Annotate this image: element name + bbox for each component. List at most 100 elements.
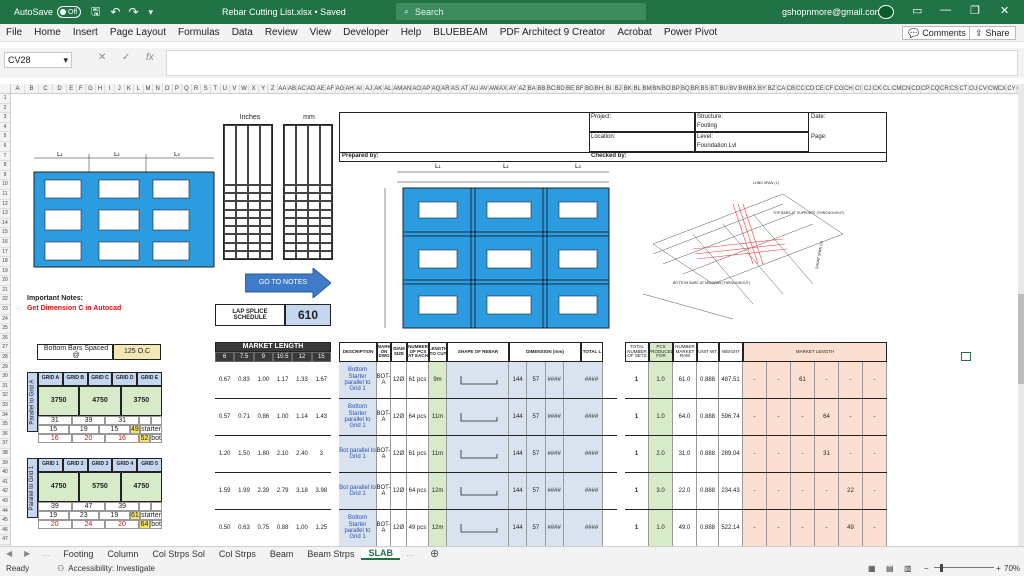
row-header[interactable]: 28	[0, 353, 10, 363]
tab-scroll-left-icon[interactable]: ◀	[0, 549, 18, 558]
menu-item-formulas[interactable]: Formulas	[172, 27, 226, 38]
column-header[interactable]: AA	[278, 84, 288, 93]
cancel-icon[interactable]: ✕	[98, 52, 106, 63]
column-header[interactable]: Z	[268, 84, 279, 93]
column-header[interactable]: BF	[575, 84, 586, 93]
column-header[interactable]: AQ	[432, 84, 442, 93]
column-header[interactable]: B	[25, 84, 39, 93]
row-header[interactable]: 38	[0, 449, 10, 459]
tab-beam[interactable]: Beam	[263, 549, 301, 559]
row-header[interactable]: 20	[0, 276, 10, 286]
tab-more-icon[interactable]: …	[36, 549, 56, 558]
row-header[interactable]: 45	[0, 516, 10, 526]
row-header[interactable]: 2	[0, 104, 10, 114]
column-header[interactable]: CX	[998, 84, 1008, 93]
column-header[interactable]: AZ	[518, 84, 528, 93]
page-break-view-icon[interactable]: ▥	[904, 564, 912, 573]
row-header[interactable]: 43	[0, 497, 10, 507]
column-header[interactable]: BL	[633, 84, 643, 93]
column-header[interactable]: G	[86, 84, 96, 93]
row-header[interactable]: 17	[0, 248, 10, 258]
column-header[interactable]: BA	[528, 84, 538, 93]
column-header[interactable]: H	[96, 84, 106, 93]
row-header[interactable]: 22	[0, 295, 10, 306]
column-header[interactable]: J	[115, 84, 125, 93]
worksheet-grid[interactable]: L₁ L₂ L₃ Inches mm GO TO NOTES LAP SPLICE …	[11, 94, 1018, 546]
share-button[interactable]: ⇪ Share	[969, 26, 1016, 40]
zoom-out-icon[interactable]: −	[924, 564, 929, 573]
scroll-thumb[interactable]	[1018, 294, 1024, 384]
column-header[interactable]: AR	[441, 84, 451, 93]
row-header[interactable]: 37	[0, 439, 10, 449]
column-header[interactable]: BD	[556, 84, 566, 93]
column-header[interactable]: V	[230, 84, 240, 93]
row-header[interactable]: 47	[0, 535, 10, 545]
column-header[interactable]: CQ	[930, 84, 941, 93]
column-header[interactable]: F	[77, 84, 87, 93]
column-header[interactable]: BQ	[681, 84, 691, 93]
redo-icon[interactable]: ↷	[128, 5, 138, 19]
column-header[interactable]: M	[144, 84, 154, 93]
insert-function-icon[interactable]: fx	[146, 52, 154, 63]
column-header[interactable]: CU	[969, 84, 979, 93]
column-header[interactable]: CT	[959, 84, 969, 93]
row-header[interactable]: 18	[0, 257, 10, 267]
menu-item-bluebeam[interactable]: BLUEBEAM	[427, 27, 493, 38]
column-header[interactable]: CA	[777, 84, 787, 93]
column-header[interactable]: AS	[451, 84, 461, 93]
column-header[interactable]: BM	[643, 84, 653, 93]
column-header[interactable]: AC	[297, 84, 307, 93]
column-header[interactable]: BT	[710, 84, 720, 93]
column-header[interactable]: AX	[499, 84, 509, 93]
menu-item-help[interactable]: Help	[395, 27, 428, 38]
row-header[interactable]: 4	[0, 123, 10, 133]
column-header[interactable]: BV	[729, 84, 739, 93]
page-layout-view-icon[interactable]: ▤	[886, 564, 894, 573]
normal-view-icon[interactable]: ▦	[868, 564, 876, 573]
row-header[interactable]: 3	[0, 113, 10, 123]
undo-icon[interactable]: ↶	[110, 5, 120, 19]
column-header[interactable]: AP	[422, 84, 432, 93]
column-header[interactable]: BK	[623, 84, 634, 93]
column-header[interactable]: AO	[412, 84, 422, 93]
row-header[interactable]: 23	[0, 305, 10, 315]
row-header[interactable]: 42	[0, 487, 10, 497]
column-header[interactable]: AH	[345, 84, 355, 93]
tab-beam-strps[interactable]: Beam Strps	[300, 549, 361, 559]
row-header[interactable]: 39	[0, 459, 10, 469]
row-header[interactable]: 10	[0, 180, 10, 190]
zoom-in-icon[interactable]: +	[996, 564, 1001, 573]
vertical-scrollbar[interactable]	[1018, 84, 1024, 546]
row-header[interactable]: 19	[0, 267, 10, 277]
comments-button[interactable]: 💬 Comments	[902, 26, 972, 40]
accessibility-status[interactable]: Accessibility: Investigate	[68, 564, 155, 573]
menu-item-view[interactable]: View	[304, 27, 338, 38]
column-header[interactable]: BG	[585, 84, 595, 93]
column-header[interactable]: BN	[652, 84, 662, 93]
row-header[interactable]: 40	[0, 468, 10, 478]
menu-item-page-layout[interactable]: Page Layout	[104, 27, 172, 38]
column-header[interactable]: BU	[719, 84, 729, 93]
row-header[interactable]: 33	[0, 401, 10, 411]
row-header[interactable]: 11	[0, 190, 10, 200]
column-header[interactable]: BR	[691, 84, 701, 93]
column-header[interactable]: BS	[700, 84, 710, 93]
row-header[interactable]: 7	[0, 152, 10, 162]
column-header[interactable]: CH	[844, 84, 854, 93]
column-header[interactable]: BX	[748, 84, 758, 93]
column-header[interactable]: AF	[326, 84, 336, 93]
menu-item-review[interactable]: Review	[259, 27, 304, 38]
row-header[interactable]: 34	[0, 411, 10, 421]
tab-footing[interactable]: Footing	[56, 549, 100, 559]
menu-item-developer[interactable]: Developer	[337, 27, 395, 38]
column-header[interactable]: D	[53, 84, 67, 93]
restore-icon[interactable]: ❐	[970, 4, 980, 17]
column-header[interactable]: CE	[815, 84, 825, 93]
column-header[interactable]: BY	[758, 84, 768, 93]
row-header[interactable]: 27	[0, 343, 10, 354]
quick-access-dropdown-icon[interactable]: ▾	[149, 7, 154, 18]
tab-col-strps-sol[interactable]: Col Strps Sol	[145, 549, 212, 559]
row-header[interactable]: 36	[0, 430, 10, 440]
column-header[interactable]: CL	[882, 84, 893, 93]
column-header[interactable]: CK	[873, 84, 883, 93]
